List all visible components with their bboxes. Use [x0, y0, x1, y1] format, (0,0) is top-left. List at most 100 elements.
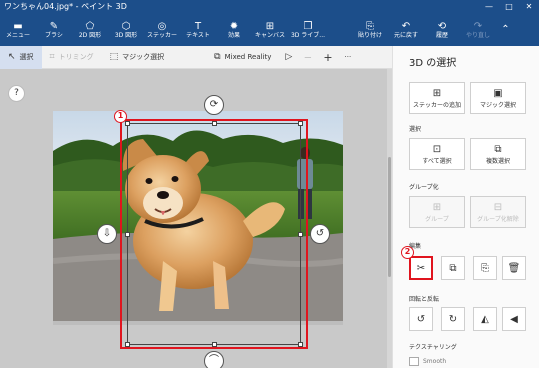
panel-magic-select-button[interactable]: ▣ マジック選択	[470, 82, 526, 114]
panel-title: 3D の選択	[409, 58, 457, 69]
rotate-side-icon: ⇩	[102, 228, 112, 239]
maximize-button[interactable]: □	[499, 2, 519, 11]
sticker-add-icon: ⊞	[432, 87, 442, 99]
sticker-button[interactable]: ◎ ステッカー	[144, 13, 180, 46]
flip-vertical-button[interactable]: ◀	[502, 307, 526, 331]
add-sticker-button[interactable]: ⊞ ステッカーの追加	[409, 82, 465, 114]
section-label-texture: テクスチャリング	[409, 344, 457, 351]
more-options-button[interactable]: ···	[339, 46, 358, 69]
resize-handle-bottom-right[interactable]	[298, 342, 303, 347]
cut-button[interactable]: ✂	[409, 256, 433, 280]
rotate-z-handle[interactable]: ⟳	[204, 95, 224, 115]
menu-button[interactable]: ▬ メニュー	[0, 13, 36, 46]
resize-handle-bottom[interactable]	[212, 342, 217, 347]
effects-icon: ✹	[229, 20, 239, 32]
redo-button[interactable]: ↷ やり直し	[460, 13, 496, 46]
annotation-badge-1: 1	[114, 110, 127, 123]
selection-bounding-box[interactable]	[127, 123, 301, 345]
multi-select-icon: ⧉	[494, 143, 502, 155]
ungroup-icon: ⊟	[493, 201, 503, 213]
magic-select-button[interactable]: ⬚ マジック選択	[102, 46, 173, 69]
select-tool-button[interactable]: ↖ 選択	[0, 45, 42, 69]
redo-icon: ↷	[473, 20, 483, 32]
history-button[interactable]: ⟲ 履歴	[424, 13, 460, 46]
collapse-ribbon-button[interactable]: ⌃	[496, 13, 515, 46]
3d-shapes-button[interactable]: ⬡ 3D 図形	[108, 13, 144, 46]
canvas-area[interactable]: ? ⟳ ⇩ ↺ ⌒ 1	[0, 69, 392, 368]
3d-select-panel: 3D の選択 ⊞ ステッカーの追加 ▣ マジック選択 選択 ⊡ すべて選択 ⧉ …	[392, 46, 539, 368]
zoom-in-button[interactable]: +	[317, 46, 338, 69]
cursor-icon: ↖	[8, 52, 16, 62]
undo-icon: ↶	[401, 20, 411, 32]
close-button[interactable]: ✕	[519, 2, 539, 11]
main-ribbon: ▬ メニュー ✎ ブラシ ⬠ 2D 図形 ⬡ 3D 図形 ◎ ステッカー T テ…	[0, 13, 539, 46]
rotate-y-handle[interactable]: ⇩	[97, 224, 117, 244]
rotate-left-button[interactable]: ↺	[409, 307, 433, 331]
3d-library-button[interactable]: ❒ 3D ライブ...	[288, 13, 328, 46]
rotate-ccw-icon: ↺	[315, 228, 325, 239]
crop-tool-button[interactable]: ⌗ トリミング	[42, 46, 102, 69]
paste-icon: ⎘	[481, 262, 489, 274]
resize-handle-top[interactable]	[212, 121, 217, 126]
magic-select-icon: ▣	[493, 87, 503, 99]
canvas-button[interactable]: ⊞ キャンバス	[252, 13, 288, 46]
help-button[interactable]: ?	[8, 85, 25, 102]
select-all-button[interactable]: ⊡ すべて選択	[409, 138, 465, 170]
mixed-reality-button[interactable]: ⧉ Mixed Reality	[206, 46, 279, 69]
paste-icon: ⎘	[366, 20, 374, 32]
3d-library-icon: ❒	[303, 20, 313, 32]
undo-button[interactable]: ↶ 元に戻す	[388, 13, 424, 46]
window-title: ワンちゃん04.jpg* - ペイント 3D	[4, 2, 127, 11]
rotate-left-icon: ↺	[416, 313, 426, 325]
rotate-icon: ⟳	[209, 99, 219, 110]
mixed-reality-icon: ⧉	[214, 52, 221, 62]
ribbon-spacer	[328, 13, 352, 46]
resize-handle-top-left[interactable]	[125, 121, 130, 126]
resize-handle-bottom-left[interactable]	[125, 342, 130, 347]
view-2d-button[interactable]: ▷	[279, 46, 298, 69]
trash-icon: 🗑	[507, 262, 521, 274]
brush-tool-button[interactable]: ✎ ブラシ	[36, 13, 72, 46]
rotate-right-button[interactable]: ↻	[441, 307, 465, 331]
section-label-select: 選択	[409, 126, 422, 133]
smooth-checkbox-row[interactable]: Smooth	[409, 357, 446, 366]
section-label-group: グループ化	[409, 184, 439, 191]
2d-shapes-icon: ⬠	[85, 20, 95, 32]
2d-shapes-button[interactable]: ⬠ 2D 図形	[72, 13, 108, 46]
text-icon: T	[194, 20, 202, 32]
sticker-icon: ◎	[157, 20, 167, 32]
section-label-rotate: 回転と反転	[409, 296, 440, 303]
resize-handle-top-right[interactable]	[298, 121, 303, 126]
flip-horizontal-icon: ◭	[481, 313, 489, 325]
group-button[interactable]: ⊞ グループ	[409, 196, 465, 228]
depth-handle[interactable]: ⌒	[204, 351, 224, 368]
selection-toolbar: ↖ 選択 ⌗ トリミング ⬚ マジック選択 ⧉ Mixed Reality ▷ …	[0, 45, 392, 69]
group-icon: ⊞	[432, 201, 442, 213]
chevron-up-icon: ⌃	[501, 24, 510, 35]
zoom-out-button[interactable]: —	[298, 46, 317, 69]
text-tool-button[interactable]: T テキスト	[180, 13, 216, 46]
resize-handle-left[interactable]	[125, 232, 130, 237]
paste-panel-button[interactable]: ⎘	[473, 256, 497, 280]
effects-button[interactable]: ✹ 効果	[216, 13, 252, 46]
scissors-icon: ✂	[416, 262, 426, 274]
copy-icon: ⧉	[449, 262, 457, 274]
resize-handle-right[interactable]	[298, 232, 303, 237]
history-icon: ⟲	[437, 20, 447, 32]
scrollbar-thumb[interactable]	[388, 157, 391, 277]
minimize-button[interactable]: —	[479, 2, 499, 11]
rotate-x-handle[interactable]: ↺	[310, 224, 330, 244]
flip-horizontal-button[interactable]: ◭	[473, 307, 497, 331]
multi-select-button[interactable]: ⧉ 複数選択	[470, 138, 526, 170]
ungroup-button[interactable]: ⊟ グループ化解除	[470, 196, 526, 228]
delete-button[interactable]: 🗑	[502, 256, 526, 280]
magic-select-icon: ⬚	[109, 52, 119, 62]
title-bar: ワンちゃん04.jpg* - ペイント 3D — □ ✕	[0, 0, 539, 13]
copy-button[interactable]: ⧉	[441, 256, 465, 280]
3d-shapes-icon: ⬡	[121, 20, 131, 32]
flip-vertical-icon: ◀	[510, 313, 518, 325]
rotate-right-icon: ↻	[448, 313, 458, 325]
smooth-checkbox[interactable]	[409, 357, 419, 366]
paste-button[interactable]: ⎘ 貼り付け	[352, 13, 388, 46]
canvas-icon: ⊞	[265, 20, 275, 32]
